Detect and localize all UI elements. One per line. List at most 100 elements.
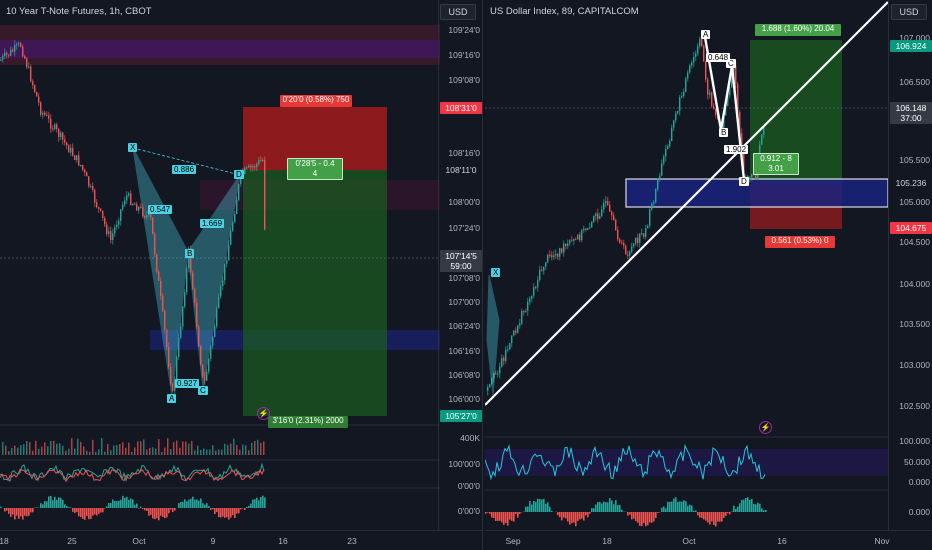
left-macd-bar [250,503,252,508]
left-candle [160,280,162,296]
right-candle [689,65,691,73]
left-candle [194,289,196,303]
left-time-axis[interactable]: 18 25 Oct 9 16 23 [0,530,482,550]
left-macd-bar [144,508,146,511]
left-candle [168,347,170,368]
right-target-price-badge: 106.924 [890,40,932,52]
left-volume-bar [134,447,136,455]
right-candle [681,96,683,98]
right-macd-bar [735,508,737,512]
left-candle [42,112,44,115]
left-price-axis[interactable]: 109'24'0 109'16'0 109'08'0 108'16'0 108'… [438,0,482,530]
left-macd-bar [124,497,126,508]
left-currency-button[interactable]: USD [440,4,476,20]
left-ratio-xa: 0.547 [148,205,173,214]
left-volume-bar [107,444,109,455]
right-candle [573,239,575,241]
right-macd-bar [597,502,599,512]
left-time-label: 18 [0,536,9,546]
left-volume-bar [221,449,223,455]
lightning-icon[interactable]: ⚡ [759,421,772,434]
left-macd-bar [22,508,24,520]
right-candle [697,46,699,54]
right-macd-bar [599,501,601,512]
left-volume-bar [152,447,154,455]
left-candle [40,102,42,115]
right-candle [713,106,715,109]
left-volume-bar [80,441,82,455]
right-macd-bar [661,507,663,512]
left-price-chart[interactable] [0,0,440,530]
left-zone-purple [0,40,440,58]
right-candle [607,201,609,206]
right-macd-bar [613,504,615,512]
lightning-icon[interactable]: ⚡ [257,407,270,420]
right-price-axis[interactable]: 107.000 106.500 105.500 105.000 104.500 … [888,0,932,530]
left-candle [146,215,148,218]
left-candle [250,165,252,168]
left-volume-bar [74,448,76,455]
left-target-label: 3'16'0 (2.31%) 2000 [268,416,348,428]
right-macd-bar [741,499,743,512]
left-macd-bar [102,508,104,513]
left-candle [140,206,142,208]
left-candle [234,214,236,223]
right-macd-bar [677,501,679,512]
right-time-label: Nov [874,536,890,546]
left-time-label: 9 [210,536,216,546]
right-price-chart[interactable] [485,0,888,530]
left-volume-bar [11,448,13,455]
left-volume-bar [170,449,172,455]
right-macd-bar [683,500,685,512]
left-chart-panel[interactable]: 10 Year T-Note Futures, 1h, CBOT 0'20'0 … [0,0,483,550]
right-stop-price-badge: 104.675 [890,222,932,234]
right-macd-bar [593,508,595,512]
left-candle [12,49,14,52]
right-time-axis[interactable]: Sep 18 Oct 16 Nov [485,530,932,550]
right-candle [547,254,549,263]
right-macd-bar [629,512,631,515]
left-volume-bar [263,441,265,455]
left-macd-bar [32,508,34,513]
left-volume-bar [29,442,31,455]
left-current-price-badge: 108'11'0 [440,164,482,176]
left-volume-bar [164,447,166,455]
left-stop-price-badge: 108'31'0 [440,102,482,114]
right-candle [679,97,681,112]
right-ratio-label: 0.912 - 8 3.01 [753,153,799,175]
right-candle [707,79,709,95]
left-candle [154,234,156,255]
right-macd-bar [619,504,621,512]
right-candle [703,45,705,62]
left-macd-bar [210,508,212,510]
left-tick: 106'16'0 [448,346,480,356]
left-macd-bar [84,508,86,520]
left-tick: 107'08'0 [448,273,480,283]
left-candle [104,218,106,225]
right-point-x: X [491,268,501,277]
right-candle [695,53,697,57]
left-candle [226,260,228,264]
right-macd-bar [703,512,705,520]
left-volume-bar [212,445,214,455]
left-candle [186,268,188,293]
left-volume-bar [209,449,211,455]
left-volume-bar [194,450,196,455]
right-candle [575,239,577,241]
right-time-label: Sep [505,536,521,546]
right-candle [625,245,627,255]
left-candle [106,224,108,235]
right-currency-button[interactable]: USD [891,4,927,20]
right-candle [545,262,547,267]
right-chart-panel[interactable]: US Dollar Index, 89, CAPITALCOM 1.688 (1… [485,0,932,550]
right-macd-bar [587,512,589,518]
left-volume-bar [173,442,175,455]
right-candle [687,72,689,79]
left-macd-bar [258,500,260,508]
left-candle [18,43,20,45]
left-candle [26,58,28,68]
left-volume-bar [248,450,250,455]
right-candle [637,237,639,243]
right-macd-bar [489,512,491,514]
left-candle [10,49,12,56]
